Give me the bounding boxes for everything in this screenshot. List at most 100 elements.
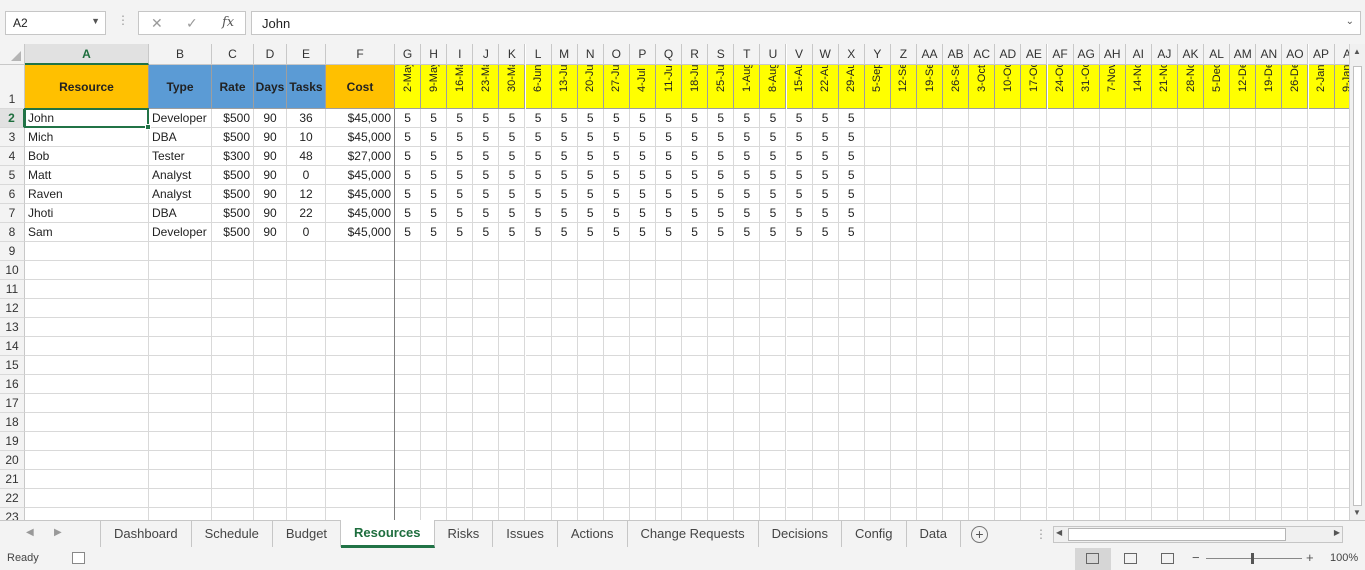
empty-cell[interactable] xyxy=(1204,299,1231,318)
cell-week-value[interactable]: 5 xyxy=(838,128,865,147)
empty-cell[interactable] xyxy=(395,337,422,356)
empty-cell[interactable] xyxy=(786,394,813,413)
cell-week-value[interactable]: 5 xyxy=(629,185,656,204)
empty-cell[interactable] xyxy=(395,375,422,394)
empty-cell[interactable] xyxy=(786,242,813,261)
cell-cost[interactable]: $27,000 xyxy=(326,147,395,166)
week-header[interactable]: 24-Oct xyxy=(1047,65,1074,109)
empty-cell[interactable] xyxy=(499,242,526,261)
empty-cell[interactable] xyxy=(1151,147,1178,166)
cell-week-value[interactable]: 5 xyxy=(473,223,500,242)
cell-week-value[interactable]: 5 xyxy=(499,109,526,128)
empty-cell[interactable] xyxy=(943,261,970,280)
empty-cell[interactable] xyxy=(525,242,552,261)
cell-type[interactable]: DBA xyxy=(149,128,212,147)
empty-cell[interactable] xyxy=(1178,109,1205,128)
empty-cell[interactable] xyxy=(326,451,395,470)
empty-cell[interactable] xyxy=(708,356,735,375)
empty-cell[interactable] xyxy=(1282,394,1309,413)
empty-cell[interactable] xyxy=(551,242,578,261)
cell-days[interactable]: 90 xyxy=(254,223,287,242)
column-header-c[interactable]: C xyxy=(212,44,254,65)
empty-cell[interactable] xyxy=(656,261,683,280)
empty-cell[interactable] xyxy=(995,109,1022,128)
empty-cell[interactable] xyxy=(1256,508,1283,520)
empty-cell[interactable] xyxy=(1308,356,1335,375)
empty-cell[interactable] xyxy=(1151,242,1178,261)
empty-cell[interactable] xyxy=(1256,166,1283,185)
empty-cell[interactable] xyxy=(708,470,735,489)
week-header[interactable]: 17-Oct xyxy=(1021,65,1048,109)
empty-cell[interactable] xyxy=(1334,413,1349,432)
empty-cell[interactable] xyxy=(447,470,474,489)
empty-cell[interactable] xyxy=(1204,128,1231,147)
empty-cell[interactable] xyxy=(1308,318,1335,337)
empty-cell[interactable] xyxy=(1308,413,1335,432)
empty-cell[interactable] xyxy=(421,508,448,520)
column-header-k[interactable]: K xyxy=(499,44,526,65)
empty-cell[interactable] xyxy=(421,470,448,489)
zoom-slider[interactable] xyxy=(1206,558,1302,559)
empty-cell[interactable] xyxy=(212,356,254,375)
empty-cell[interactable] xyxy=(499,375,526,394)
enter-icon[interactable]: ✓ xyxy=(186,15,198,32)
empty-cell[interactable] xyxy=(326,261,395,280)
cell-rate[interactable]: $500 xyxy=(212,204,254,223)
empty-cell[interactable] xyxy=(25,242,149,261)
column-header-ao[interactable]: AO xyxy=(1282,44,1309,65)
tab-scroll-left-icon[interactable]: ◀ xyxy=(26,527,34,538)
week-header[interactable]: 7-Nov xyxy=(1099,65,1126,109)
cell-week-value[interactable]: 5 xyxy=(812,109,839,128)
cell-week-value[interactable]: 5 xyxy=(708,147,735,166)
empty-cell[interactable] xyxy=(1256,109,1283,128)
column-header-a[interactable]: A xyxy=(1334,44,1349,65)
week-header[interactable]: 2-Jan xyxy=(1308,65,1335,109)
empty-cell[interactable] xyxy=(1308,128,1335,147)
empty-cell[interactable] xyxy=(525,470,552,489)
empty-cell[interactable] xyxy=(943,508,970,520)
empty-cell[interactable] xyxy=(1099,109,1126,128)
cell-week-value[interactable]: 5 xyxy=(838,166,865,185)
empty-cell[interactable] xyxy=(890,375,917,394)
empty-cell[interactable] xyxy=(421,299,448,318)
empty-cell[interactable] xyxy=(577,413,604,432)
empty-cell[interactable] xyxy=(1282,432,1309,451)
empty-cell[interactable] xyxy=(603,242,630,261)
empty-cell[interactable] xyxy=(473,337,500,356)
empty-cell[interactable] xyxy=(864,223,891,242)
empty-cell[interactable] xyxy=(629,375,656,394)
empty-cell[interactable] xyxy=(1047,223,1074,242)
vertical-scroll-thumb[interactable] xyxy=(1353,66,1362,506)
empty-cell[interactable] xyxy=(1334,166,1349,185)
empty-cell[interactable] xyxy=(212,337,254,356)
empty-cell[interactable] xyxy=(864,128,891,147)
empty-cell[interactable] xyxy=(395,394,422,413)
empty-cell[interactable] xyxy=(1021,128,1048,147)
cell-week-value[interactable]: 5 xyxy=(421,128,448,147)
row-header[interactable]: 5 xyxy=(0,166,25,185)
cell-week-value[interactable]: 5 xyxy=(525,128,552,147)
empty-cell[interactable] xyxy=(995,204,1022,223)
empty-cell[interactable] xyxy=(287,261,326,280)
empty-cell[interactable] xyxy=(1256,432,1283,451)
empty-cell[interactable] xyxy=(1047,109,1074,128)
row-header[interactable]: 10 xyxy=(0,261,25,280)
empty-cell[interactable] xyxy=(1125,489,1152,508)
column-header-aa[interactable]: AA xyxy=(917,44,944,65)
empty-cell[interactable] xyxy=(1099,337,1126,356)
empty-cell[interactable] xyxy=(447,489,474,508)
empty-cell[interactable] xyxy=(1100,508,1126,520)
cell-week-value[interactable]: 5 xyxy=(656,166,683,185)
empty-cell[interactable] xyxy=(1047,318,1074,337)
empty-cell[interactable] xyxy=(1047,261,1074,280)
cell-week-value[interactable]: 5 xyxy=(682,109,709,128)
empty-cell[interactable] xyxy=(551,299,578,318)
empty-cell[interactable] xyxy=(1125,451,1152,470)
empty-cell[interactable] xyxy=(864,299,891,318)
empty-cell[interactable] xyxy=(760,451,787,470)
empty-cell[interactable] xyxy=(969,280,996,299)
cell-week-value[interactable]: 5 xyxy=(812,128,839,147)
empty-cell[interactable] xyxy=(760,413,787,432)
empty-cell[interactable] xyxy=(1230,318,1257,337)
empty-cell[interactable] xyxy=(1073,299,1100,318)
